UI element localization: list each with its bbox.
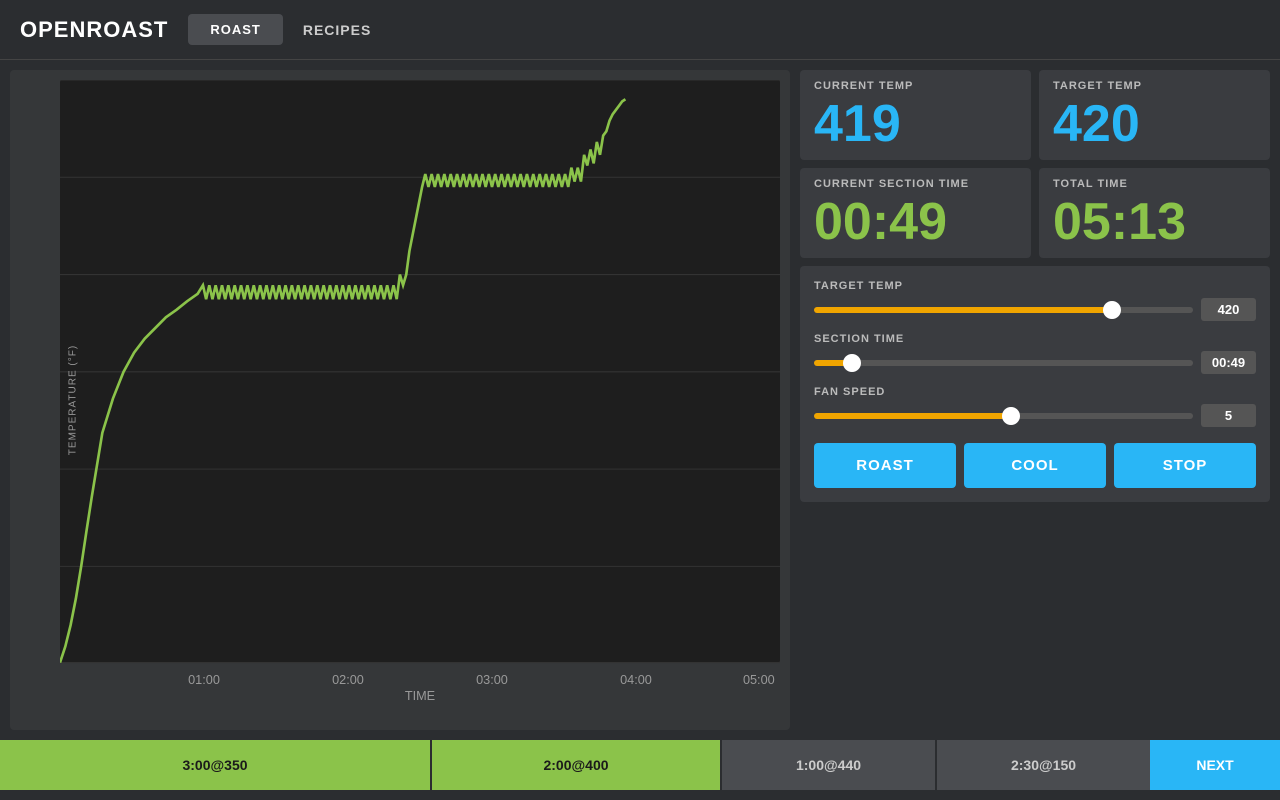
fan-speed-slider[interactable] [814,413,1193,419]
section-time-slider[interactable] [814,360,1193,366]
target-temp-label: TARGET TEMP [1053,80,1256,92]
target-temp-value: 420 [1053,98,1256,150]
temperature-chart: 450 400 350 300 250 200 150 01:00 02:00 … [60,80,780,700]
footer-segment-4[interactable]: 2:30@150 [935,740,1150,790]
fan-speed-control: FAN SPEED 5 [814,386,1256,427]
nav-roast-button[interactable]: ROAST [188,14,283,45]
stat-row-1: CURRENT TEMP 419 TARGET TEMP 420 [800,70,1270,160]
total-time-card: TOTAL TIME 05:13 [1039,168,1270,258]
svg-text:02:00: 02:00 [332,672,364,687]
action-buttons-row: ROAST COOL STOP [814,443,1256,488]
stat-row-2: CURRENT SECTION TIME 00:49 TOTAL TIME 05… [800,168,1270,258]
footer-segment-1[interactable]: 3:00@350 [0,740,430,790]
section-time-control-label: SECTION TIME [814,333,1256,345]
app-title: OPENROAST [20,17,168,43]
roast-button[interactable]: ROAST [814,443,956,488]
footer: 3:00@350 2:00@400 1:00@440 2:30@150 NEXT [0,740,1280,790]
svg-text:04:00: 04:00 [620,672,652,687]
section-time-label: CURRENT SECTION TIME [814,178,1017,190]
right-panel: CURRENT TEMP 419 TARGET TEMP 420 CURRENT… [800,70,1270,730]
current-temp-value: 419 [814,98,1017,150]
chart-container: TEMPERATURE (°F) 450 400 350 300 250 200… [10,70,790,730]
main-area: TEMPERATURE (°F) 450 400 350 300 250 200… [0,60,1280,740]
y-axis-label: TEMPERATURE (°F) [68,345,79,455]
footer-seg4-label: 2:30@150 [1011,757,1076,773]
cool-button[interactable]: COOL [964,443,1106,488]
section-time-control: SECTION TIME 00:49 [814,333,1256,374]
footer-seg2-label: 2:00@400 [543,757,608,773]
section-time-input[interactable]: 00:49 [1201,351,1256,374]
footer-segment-3[interactable]: 1:00@440 [720,740,935,790]
target-temp-control-label: TARGET TEMP [814,280,1256,292]
svg-text:TIME: TIME [405,688,435,700]
target-temp-control: TARGET TEMP 420 [814,280,1256,321]
fan-speed-control-label: FAN SPEED [814,386,1256,398]
target-temp-input[interactable]: 420 [1201,298,1256,321]
fan-speed-input[interactable]: 5 [1201,404,1256,427]
header: OPENROAST ROAST RECIPES [0,0,1280,60]
current-temp-label: CURRENT TEMP [814,80,1017,92]
footer-segment-2[interactable]: 2:00@400 [430,740,720,790]
footer-next-button[interactable]: NEXT [1150,740,1280,790]
stop-button[interactable]: STOP [1114,443,1256,488]
fan-speed-slider-row: 5 [814,404,1256,427]
controls-panel: TARGET TEMP 420 SECTION TIME 00:49 FAN S… [800,266,1270,502]
total-time-value: 05:13 [1053,196,1256,248]
section-time-slider-row: 00:49 [814,351,1256,374]
svg-text:01:00: 01:00 [188,672,220,687]
target-temp-slider[interactable] [814,307,1193,313]
total-time-label: TOTAL TIME [1053,178,1256,190]
footer-seg1-label: 3:00@350 [182,757,247,773]
section-time-value: 00:49 [814,196,1017,248]
target-temp-slider-row: 420 [814,298,1256,321]
svg-text:03:00: 03:00 [476,672,508,687]
footer-next-label: NEXT [1196,757,1233,773]
target-temp-card: TARGET TEMP 420 [1039,70,1270,160]
footer-seg3-label: 1:00@440 [796,757,861,773]
nav-recipes-button[interactable]: RECIPES [303,22,371,38]
svg-text:05:00: 05:00 [743,672,775,687]
current-temp-card: CURRENT TEMP 419 [800,70,1031,160]
section-time-card: CURRENT SECTION TIME 00:49 [800,168,1031,258]
